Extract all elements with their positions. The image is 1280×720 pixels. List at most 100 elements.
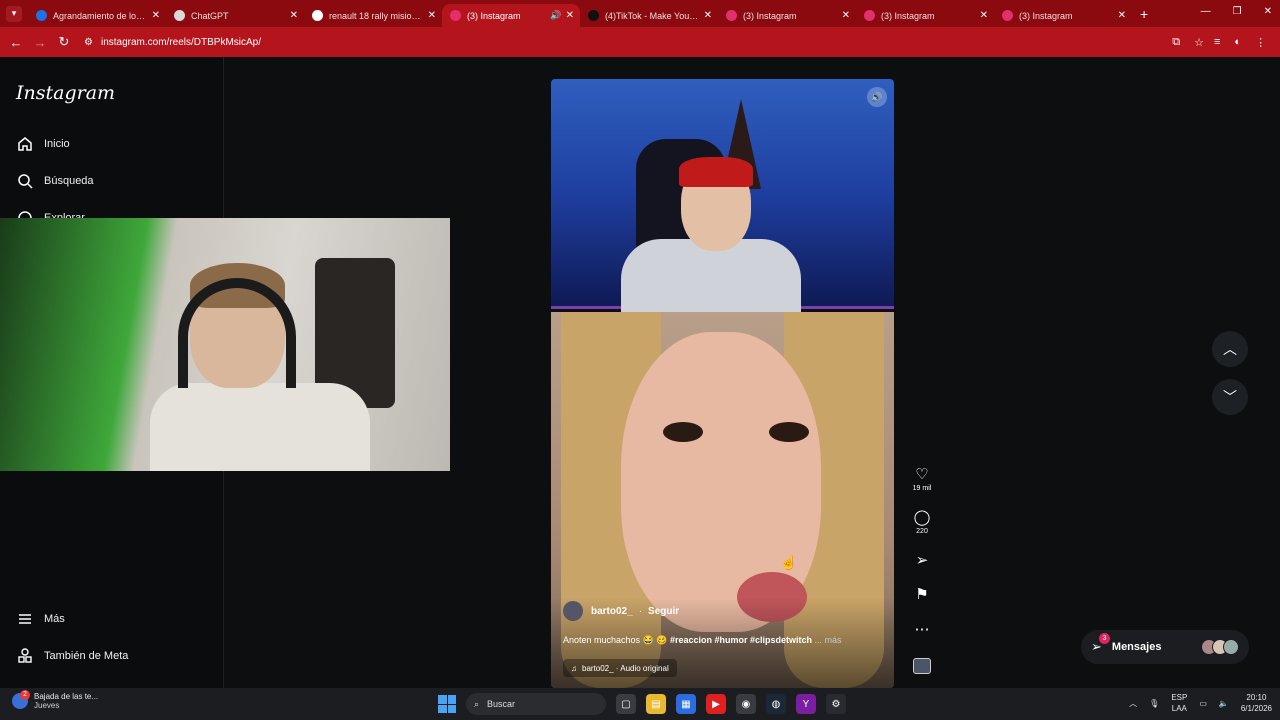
- author-username[interactable]: barto02_: [591, 606, 633, 617]
- save-button[interactable]: ⚑: [907, 587, 937, 603]
- system-tray: ︿ 🎙 ESP LAA ▭ 🔈 20:10 6/1/2026: [1129, 692, 1272, 714]
- browser-tab[interactable]: (3) Instagram ✕: [994, 4, 1132, 27]
- sidebar-item-busqueda[interactable]: Búsqueda: [16, 172, 94, 190]
- bookmark-star-icon[interactable]: ☆: [1194, 36, 1204, 49]
- tab-close-icon[interactable]: ✕: [1118, 10, 1126, 21]
- taskbar-search[interactable]: ⌕ Buscar: [466, 693, 606, 715]
- tab-close-icon[interactable]: ✕: [980, 10, 988, 21]
- url-text[interactable]: instagram.com/reels/DTBPkMsicAp/: [101, 37, 261, 48]
- task-view-icon[interactable]: ▢: [616, 694, 636, 714]
- search-icon: ⌕: [474, 698, 480, 709]
- tab-favicon-icon: [312, 10, 323, 21]
- clock-time: 20:10: [1246, 693, 1267, 702]
- url-omnibox[interactable]: ⚙ instagram.com/reels/DTBPkMsicAp/ ⧉ ☆: [84, 31, 1204, 53]
- tab-label: (3) Instagram: [467, 10, 521, 21]
- sidebar-item-tambien-de-meta[interactable]: También de Meta: [16, 647, 128, 665]
- browser-tab[interactable]: Agrandamiento de los pe ✕: [28, 4, 166, 27]
- messages-badge: 3: [1099, 633, 1110, 644]
- sidebar-item-mas[interactable]: Más: [16, 610, 65, 628]
- tab-audio-icon[interactable]: 🔊: [550, 10, 561, 21]
- tab-favicon-icon: [1002, 10, 1013, 21]
- language-indicator[interactable]: ESP LAA: [1171, 692, 1187, 714]
- like-button[interactable]: ♡ 19 mil: [907, 467, 937, 493]
- browser-tab[interactable]: (3) Instagram 🔊 ✕: [442, 4, 580, 27]
- comment-count: 220: [916, 528, 928, 535]
- reel-caption: Anoten muchachos 😂 🥴 #reaccion #humor #c…: [563, 635, 842, 646]
- tray-chevron-icon[interactable]: ︿: [1129, 698, 1137, 709]
- tab-favicon-icon: [726, 10, 737, 21]
- browser-tab[interactable]: renault 18 rally misiones ✕: [304, 4, 442, 27]
- audio-cover-icon: [913, 658, 931, 674]
- tab-close-icon[interactable]: ✕: [704, 10, 712, 21]
- volume-icon[interactable]: 🔈: [1219, 699, 1229, 708]
- microphone-icon[interactable]: 🎙: [1149, 699, 1159, 708]
- display-icon[interactable]: ▭: [1199, 699, 1207, 708]
- search-icon: [16, 172, 34, 190]
- sidebar-item-inicio[interactable]: Inicio: [16, 135, 70, 153]
- profile-icon[interactable]: ◐: [1234, 36, 1241, 49]
- music-note-icon: ♫: [571, 663, 577, 673]
- tab-label: (3) Instagram: [743, 10, 797, 21]
- youtube-icon[interactable]: ▶: [706, 694, 726, 714]
- chrome-icon[interactable]: ◉: [736, 694, 756, 714]
- tab-label: Agrandamiento de los pe: [53, 10, 148, 21]
- page-scrollbar[interactable]: [1270, 57, 1280, 688]
- tab-close-icon[interactable]: ✕: [566, 10, 574, 21]
- new-tab-button[interactable]: +: [1140, 6, 1148, 22]
- restore-icon[interactable]: ❐: [1233, 6, 1242, 17]
- site-info-icon[interactable]: ⚙: [84, 37, 93, 48]
- tab-close-icon[interactable]: ✕: [428, 10, 436, 21]
- tab-favicon-icon: [174, 10, 185, 21]
- address-bar: ← → ↻ ⚙ instagram.com/reels/DTBPkMsicAp/…: [0, 27, 1280, 57]
- more-options-button[interactable]: ⋯: [907, 622, 937, 638]
- comment-button[interactable]: ◯ 220: [907, 509, 937, 536]
- file-explorer-icon[interactable]: ▤: [646, 694, 666, 714]
- reel-video[interactable]: 🔊 barto02_ · Seguir Anoten muchachos 😂 🥴…: [551, 79, 894, 688]
- comment-icon: ◯: [913, 509, 931, 526]
- audio-attribution[interactable]: ♫ barto02_ · Audio original: [563, 659, 677, 677]
- previous-reel-button[interactable]: ︿: [1212, 331, 1248, 367]
- back-arrow-icon[interactable]: ←: [4, 35, 28, 50]
- minimize-icon[interactable]: —: [1201, 6, 1211, 17]
- store-icon[interactable]: ▦: [676, 694, 696, 714]
- caption-more-link[interactable]: ... más: [815, 635, 842, 645]
- instagram-logo[interactable]: Instagram: [16, 82, 115, 104]
- message-avatars: [1201, 639, 1239, 655]
- browser-tab[interactable]: ChatGPT ✕: [166, 4, 304, 27]
- share-button[interactable]: ➢: [907, 553, 937, 569]
- audio-toggle-icon[interactable]: 🔊: [867, 87, 887, 107]
- clock[interactable]: 20:10 6/1/2026: [1241, 692, 1272, 714]
- tab-close-icon[interactable]: ✕: [290, 10, 298, 21]
- taskbar-search-label: Buscar: [487, 699, 516, 709]
- app-settings-icon[interactable]: ⚙: [826, 694, 846, 714]
- app-y-icon[interactable]: Y: [796, 694, 816, 714]
- close-window-icon[interactable]: ✕: [1264, 6, 1272, 17]
- install-app-icon[interactable]: ⧉: [1172, 36, 1180, 49]
- forward-arrow-icon[interactable]: →: [28, 35, 52, 50]
- follow-button[interactable]: Seguir: [648, 606, 679, 617]
- caption-text: Anoten muchachos 😂 🥴: [563, 635, 668, 645]
- windows-start-icon[interactable]: [438, 695, 456, 713]
- tab-close-icon[interactable]: ✕: [842, 10, 850, 21]
- browser-tab[interactable]: (3) Instagram ✕: [718, 4, 856, 27]
- weather-widget[interactable]: 2 Bajada de las te... Jueves: [12, 690, 98, 710]
- media-controls-icon[interactable]: ≡: [1214, 36, 1220, 49]
- browser-tab[interactable]: (4)TikTok - Make Your Day ✕: [580, 4, 718, 27]
- steam-icon[interactable]: ◍: [766, 694, 786, 714]
- instagram-page: Instagram Inicio Búsqueda Explorar Más: [0, 57, 1280, 688]
- tab-close-icon[interactable]: ✕: [152, 10, 160, 21]
- caption-hashtags[interactable]: #reaccion #humor #clipsdetwitch: [670, 635, 812, 645]
- reload-icon[interactable]: ↻: [52, 34, 76, 50]
- next-reel-button[interactable]: ﹀: [1212, 379, 1248, 415]
- browser-menu-icon[interactable]: ⋮: [1255, 36, 1266, 49]
- messages-button[interactable]: ➢ 3 Mensajes: [1081, 630, 1249, 664]
- audio-thumbnail[interactable]: [907, 658, 937, 674]
- sidebar-item-label: Búsqueda: [44, 175, 94, 187]
- meta-apps-icon: [16, 647, 34, 665]
- menu-icon: [16, 610, 34, 628]
- avatar[interactable]: [563, 601, 583, 621]
- webcam-overlay: [0, 218, 450, 471]
- browser-tab[interactable]: (3) Instagram ✕: [856, 4, 994, 27]
- tab-search-button[interactable]: ▾: [6, 5, 22, 22]
- sidebar-item-label: Más: [44, 613, 65, 625]
